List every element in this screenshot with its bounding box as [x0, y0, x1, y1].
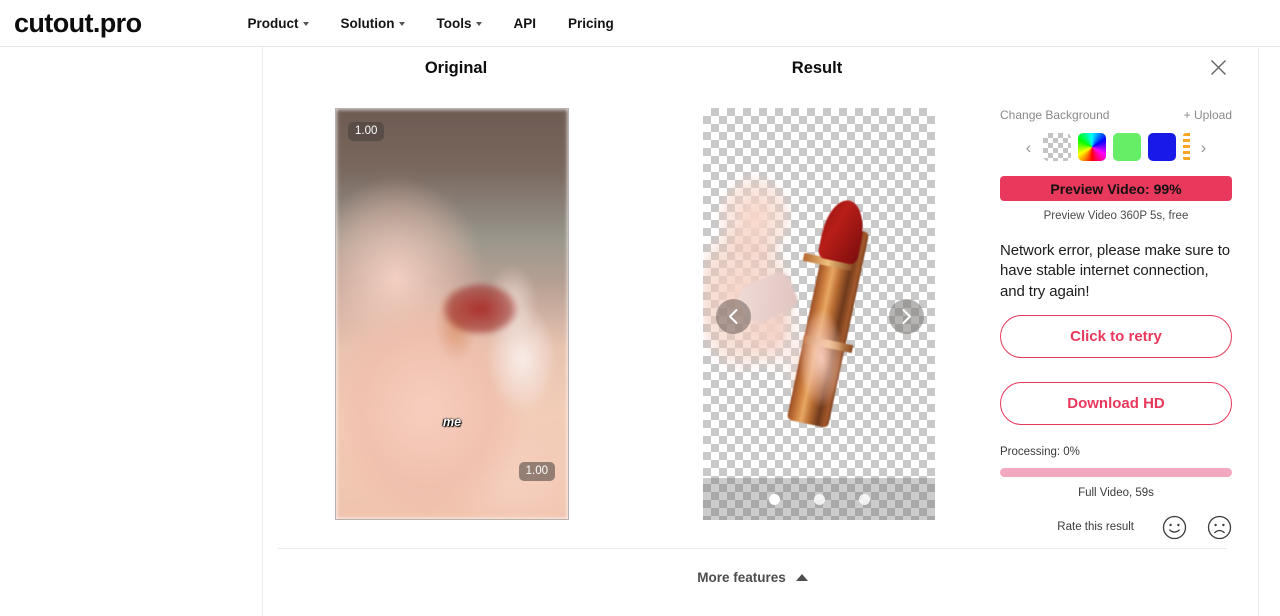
upload-background-button[interactable]: + Upload	[1184, 108, 1232, 122]
download-hd-label: Download HD	[1067, 394, 1165, 412]
download-hd-button[interactable]: Download HD	[1000, 381, 1232, 425]
chevron-down-icon	[475, 22, 482, 26]
zoom-badge-bottom-right: 1.00	[518, 462, 555, 481]
processing-progress-bar	[1000, 467, 1232, 477]
background-swatch-row: ‹ ›	[1000, 133, 1232, 161]
retry-button[interactable]: Click to retry	[1000, 314, 1232, 358]
close-button[interactable]	[1205, 54, 1231, 80]
swatch-green[interactable]	[1112, 133, 1141, 161]
preview-video-button[interactable]: Preview Video: 99%	[1000, 176, 1232, 201]
nav-item-tools[interactable]: Tools	[437, 16, 482, 31]
nav-item-api[interactable]: API	[514, 16, 537, 31]
rate-this-result-label: Rate this result	[1057, 521, 1134, 534]
previous-result-button[interactable]	[716, 299, 751, 334]
more-features-label: More features	[697, 570, 786, 585]
error-message: Network error, please make sure to have …	[1000, 242, 1231, 300]
smiley-happy-icon[interactable]	[1162, 515, 1187, 540]
top-navigation-bar: cutout.pro Product Solution Tools API Pr…	[0, 0, 1280, 47]
nav-item-pricing-label: Pricing	[568, 15, 614, 31]
chevron-down-icon	[302, 22, 309, 26]
swatch-blue[interactable]	[1147, 133, 1176, 161]
nav-item-solution-label: Solution	[340, 15, 395, 31]
swatch-rainbow[interactable]	[1077, 133, 1106, 161]
swatch-next-arrow-icon[interactable]: ›	[1197, 139, 1211, 156]
rating-row: Rate this result	[1000, 515, 1232, 540]
video-caption: me	[442, 415, 462, 429]
preview-video-label: Preview Video: 99%	[1050, 180, 1182, 197]
original-image-panel: 1.00 1.00 me	[335, 108, 569, 520]
smiley-sad-icon[interactable]	[1207, 515, 1232, 540]
preview-video-note: Preview Video 360P 5s, free	[1043, 210, 1189, 222]
nav-item-api-label: API	[513, 15, 537, 31]
retry-button-label: Click to retry	[1070, 327, 1162, 345]
nav-links: Product Solution Tools API Pricing	[247, 16, 613, 31]
nav-item-product-label: Product	[247, 15, 299, 31]
chevron-right-icon	[902, 309, 911, 324]
processing-label: Processing: 0%	[1000, 445, 1080, 458]
result-pagination-dots	[703, 478, 935, 520]
result-image-panel	[703, 108, 935, 520]
chevron-down-icon	[398, 22, 405, 26]
pagination-dot[interactable]	[813, 493, 825, 505]
next-result-button[interactable]	[889, 299, 924, 334]
original-photo	[336, 109, 568, 519]
nav-item-solution[interactable]: Solution	[341, 16, 405, 31]
more-features-toggle[interactable]: More features	[278, 570, 1227, 585]
swatch-prev-arrow-icon[interactable]: ‹	[1022, 139, 1036, 156]
swatch-transparent[interactable]	[1042, 133, 1071, 161]
right-divider	[1258, 47, 1259, 616]
panel-title-original: Original	[424, 59, 488, 77]
pagination-dot[interactable]	[768, 493, 780, 505]
chevron-left-icon	[729, 309, 738, 324]
nav-item-tools-label: Tools	[436, 15, 472, 31]
panel-title-result: Result	[791, 59, 843, 77]
triangle-up-icon	[795, 574, 808, 581]
nav-item-pricing[interactable]: Pricing	[568, 16, 614, 31]
close-icon	[1210, 59, 1226, 75]
result-controls-panel: Change Background + Upload ‹ › Preview V…	[1000, 108, 1232, 540]
swatch-orange-partial[interactable]	[1182, 133, 1190, 161]
pagination-dot[interactable]	[858, 493, 870, 505]
cutout-thumb	[799, 304, 845, 414]
background-header-row: Change Background + Upload	[1000, 108, 1232, 122]
footer-divider	[278, 548, 1227, 549]
full-video-label: Full Video, 59s	[1078, 486, 1154, 499]
zoom-badge-top-left: 1.00	[348, 122, 385, 141]
brand-logo[interactable]: cutout.pro	[14, 9, 142, 37]
nav-item-product[interactable]: Product	[247, 15, 309, 31]
change-background-label[interactable]: Change Background	[1000, 108, 1109, 122]
